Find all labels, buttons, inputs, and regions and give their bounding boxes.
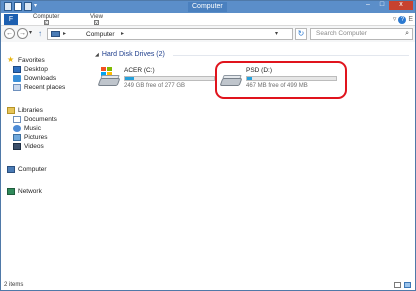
sidebar-item-favorites[interactable]: ★ Favorites (7, 56, 45, 65)
sidebar-item-recent-places[interactable]: Recent places (13, 83, 65, 92)
close-button[interactable]: x (389, 1, 413, 10)
group-divider (173, 55, 409, 56)
search-input[interactable]: Search Computer ⌕ (310, 28, 413, 40)
breadcrumb-chevron-icon[interactable]: ▸ (121, 30, 124, 37)
sidebar-label: Recent places (24, 84, 66, 91)
sidebar-item-computer[interactable]: Computer (7, 165, 47, 174)
sidebar-label: Favorites (18, 57, 45, 64)
tiles-view-icon[interactable] (404, 282, 411, 288)
libraries-icon (7, 106, 15, 114)
refresh-button[interactable]: ↻ (295, 28, 307, 40)
highlight-ring (215, 61, 347, 99)
expand-ribbon-icon[interactable]: ▿ (393, 16, 397, 23)
tab-view[interactable]: View V (90, 14, 103, 25)
keytip-computer: C (43, 20, 49, 25)
sidebar-item-downloads[interactable]: Downloads (13, 74, 56, 83)
drive-name: ACER (C:) (124, 67, 155, 74)
sidebar-label: Pictures (24, 134, 48, 141)
sidebar-label: Network (18, 188, 42, 195)
explorer-window: ▾ Computer – □ x F Computer C View V ▿ ?… (0, 0, 416, 291)
sidebar-label: Downloads (24, 75, 57, 82)
sidebar-label: Computer (18, 166, 47, 173)
maximize-button[interactable]: □ (375, 1, 389, 10)
recent-locations-icon[interactable]: ▾ (29, 29, 32, 36)
sidebar-label: Documents (24, 116, 57, 123)
sidebar-label: Music (24, 125, 41, 132)
status-bar: 2 items (1, 280, 415, 291)
sidebar-item-libraries[interactable]: Libraries (7, 106, 43, 115)
back-button[interactable]: ← (4, 28, 15, 39)
desktop-icon (13, 65, 21, 73)
help-icon[interactable]: ? (398, 16, 407, 24)
pictures-icon (13, 133, 21, 141)
keytip-view: V (93, 20, 99, 25)
music-icon (13, 124, 21, 132)
sidebar-item-network[interactable]: Network (7, 187, 42, 196)
group-header-hard-disk-drives[interactable]: ◢ Hard Disk Drives (2) (95, 51, 165, 58)
address-chevron-icon[interactable]: ▸ (63, 30, 66, 37)
ribbon: F Computer C View V ▿ ? E (1, 13, 415, 26)
ribbon-right-controls: ▿ ? E (393, 15, 413, 24)
search-icon[interactable]: ⌕ (405, 29, 409, 39)
computer-icon (7, 165, 15, 173)
sidebar-label: Videos (24, 143, 44, 150)
navigation-bar: ← → ▾ ↑ ▸ Computer ▸ ▾ ↻ Search Computer… (1, 26, 415, 42)
window-controls: – □ x (361, 1, 413, 10)
computer-icon (51, 31, 60, 37)
sidebar-item-videos[interactable]: Videos (13, 142, 44, 151)
search-placeholder: Search Computer (316, 30, 367, 37)
collapse-triangle-icon[interactable]: ◢ (95, 52, 99, 58)
breadcrumb-computer[interactable]: Computer (86, 31, 115, 38)
sidebar-item-desktop[interactable]: Desktop (13, 65, 48, 74)
group-header-label: Hard Disk Drives (2) (101, 51, 165, 58)
hard-drive-icon (97, 67, 121, 86)
videos-icon (13, 142, 21, 150)
tab-computer[interactable]: Computer C (33, 14, 59, 25)
details-view-icon[interactable] (394, 282, 401, 288)
title-bar[interactable]: ▾ Computer – □ x (1, 1, 415, 13)
system-menu-icon[interactable] (4, 2, 12, 11)
window-title: Computer (188, 2, 227, 12)
address-bar[interactable]: ▸ Computer ▸ ▾ (47, 28, 293, 40)
drive-usage-fill (125, 77, 134, 80)
up-button[interactable]: ↑ (35, 28, 45, 39)
sidebar-item-music[interactable]: Music (13, 124, 41, 133)
sidebar-label: Libraries (18, 107, 43, 114)
sidebar-item-documents[interactable]: Documents (13, 115, 57, 124)
minimize-button[interactable]: – (361, 1, 375, 10)
customize-toolbar-icon[interactable]: ▾ (34, 2, 40, 11)
drive-item-c[interactable]: ACER (C:) 249 GB free of 277 GB (97, 67, 218, 97)
documents-icon (13, 115, 21, 123)
new-folder-icon[interactable] (24, 2, 32, 11)
recent-places-icon (13, 83, 21, 91)
address-dropdown-icon[interactable]: ▾ (275, 30, 278, 37)
sidebar-label: Desktop (24, 66, 48, 73)
item-count: 2 items (4, 282, 24, 288)
forward-button[interactable]: → (17, 28, 28, 39)
drive-free-space: 249 GB free of 277 GB (124, 83, 186, 89)
navigation-pane: ★ Favorites Desktop Downloads Recent plac… (1, 49, 89, 279)
file-tab[interactable]: F (4, 14, 18, 25)
keytip-help: E (408, 16, 413, 23)
drive-usage-bar (124, 76, 215, 81)
sidebar-item-pictures[interactable]: Pictures (13, 133, 47, 142)
star-icon: ★ (7, 55, 15, 65)
view-switcher (394, 282, 411, 288)
downloads-icon (13, 74, 21, 82)
quick-access-toolbar: ▾ (4, 2, 40, 11)
network-icon (7, 187, 15, 195)
properties-icon[interactable] (14, 2, 22, 11)
